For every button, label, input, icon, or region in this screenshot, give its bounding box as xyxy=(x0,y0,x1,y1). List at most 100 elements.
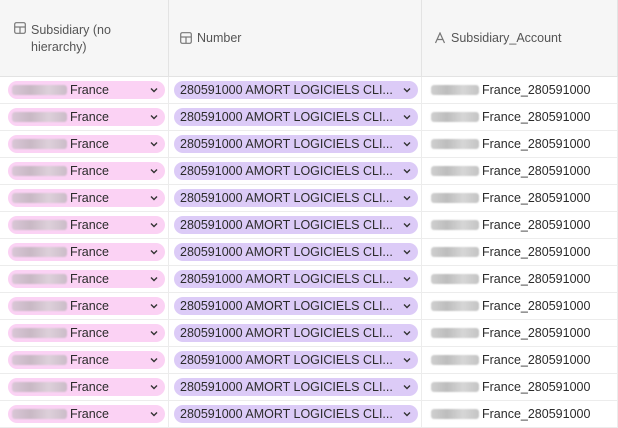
number-cell[interactable]: 280591000 AMORT LOGICIELS CLI... xyxy=(169,239,422,265)
table-row[interactable]: France 280591000 AMORT LOGICIELS CLI... Fr… xyxy=(0,131,618,158)
subsidiary-cell[interactable]: France xyxy=(0,374,169,400)
number-cell[interactable]: 280591000 AMORT LOGICIELS CLI... xyxy=(169,374,422,400)
number-cell[interactable]: 280591000 AMORT LOGICIELS CLI... xyxy=(169,131,422,157)
table-row[interactable]: France 280591000 AMORT LOGICIELS CLI... Fr… xyxy=(0,293,618,320)
subsidiary-account-cell[interactable]: France_280591000 xyxy=(422,158,618,184)
subsidiary-select[interactable]: France xyxy=(8,216,165,234)
subsidiary-select[interactable]: France xyxy=(8,135,165,153)
subsidiary-cell[interactable]: France xyxy=(0,158,169,184)
chevron-down-icon[interactable] xyxy=(149,274,159,284)
subsidiary-select[interactable]: France xyxy=(8,162,165,180)
chevron-down-icon[interactable] xyxy=(149,328,159,338)
table-row[interactable]: France 280591000 AMORT LOGICIELS CLI... Fr… xyxy=(0,104,618,131)
number-cell[interactable]: 280591000 AMORT LOGICIELS CLI... xyxy=(169,185,422,211)
number-select[interactable]: 280591000 AMORT LOGICIELS CLI... xyxy=(174,189,418,207)
subsidiary-account-cell[interactable]: France_280591000 xyxy=(422,239,618,265)
column-header-subsidiary-account[interactable]: Subsidiary_Account xyxy=(422,0,618,76)
chevron-down-icon[interactable] xyxy=(149,85,159,95)
chevron-down-icon[interactable] xyxy=(402,220,412,230)
number-cell[interactable]: 280591000 AMORT LOGICIELS CLI... xyxy=(169,77,422,103)
subsidiary-cell[interactable]: France xyxy=(0,239,169,265)
subsidiary-account-cell[interactable]: France_280591000 xyxy=(422,266,618,292)
table-row[interactable]: France 280591000 AMORT LOGICIELS CLI... Fr… xyxy=(0,347,618,374)
number-cell[interactable]: 280591000 AMORT LOGICIELS CLI... xyxy=(169,347,422,373)
chevron-down-icon[interactable] xyxy=(149,166,159,176)
subsidiary-account-cell[interactable]: France_280591000 xyxy=(422,293,618,319)
number-select[interactable]: 280591000 AMORT LOGICIELS CLI... xyxy=(174,135,418,153)
number-cell[interactable]: 280591000 AMORT LOGICIELS CLI... xyxy=(169,212,422,238)
chevron-down-icon[interactable] xyxy=(402,247,412,257)
subsidiary-cell[interactable]: France xyxy=(0,320,169,346)
subsidiary-cell[interactable]: France xyxy=(0,104,169,130)
subsidiary-cell[interactable]: France xyxy=(0,347,169,373)
chevron-down-icon[interactable] xyxy=(402,301,412,311)
number-cell[interactable]: 280591000 AMORT LOGICIELS CLI... xyxy=(169,401,422,427)
number-cell[interactable]: 280591000 AMORT LOGICIELS CLI... xyxy=(169,158,422,184)
chevron-down-icon[interactable] xyxy=(402,409,412,419)
chevron-down-icon[interactable] xyxy=(402,328,412,338)
subsidiary-select[interactable]: France xyxy=(8,81,165,99)
subsidiary-select[interactable]: France xyxy=(8,405,165,423)
subsidiary-account-cell[interactable]: France_280591000 xyxy=(422,77,618,103)
subsidiary-cell[interactable]: France xyxy=(0,293,169,319)
subsidiary-account-cell[interactable]: France_280591000 xyxy=(422,185,618,211)
chevron-down-icon[interactable] xyxy=(149,382,159,392)
table-row[interactable]: France 280591000 AMORT LOGICIELS CLI... Fr… xyxy=(0,320,618,347)
chevron-down-icon[interactable] xyxy=(402,112,412,122)
subsidiary-select[interactable]: France xyxy=(8,324,165,342)
subsidiary-account-cell[interactable]: France_280591000 xyxy=(422,104,618,130)
subsidiary-account-cell[interactable]: France_280591000 xyxy=(422,131,618,157)
number-cell[interactable]: 280591000 AMORT LOGICIELS CLI... xyxy=(169,104,422,130)
number-select[interactable]: 280591000 AMORT LOGICIELS CLI... xyxy=(174,81,418,99)
chevron-down-icon[interactable] xyxy=(149,139,159,149)
chevron-down-icon[interactable] xyxy=(149,409,159,419)
subsidiary-select[interactable]: France xyxy=(8,108,165,126)
subsidiary-select[interactable]: France xyxy=(8,297,165,315)
chevron-down-icon[interactable] xyxy=(149,220,159,230)
subsidiary-cell[interactable]: France xyxy=(0,131,169,157)
chevron-down-icon[interactable] xyxy=(402,139,412,149)
subsidiary-cell[interactable]: France xyxy=(0,266,169,292)
chevron-down-icon[interactable] xyxy=(402,355,412,365)
chevron-down-icon[interactable] xyxy=(149,112,159,122)
subsidiary-select[interactable]: France xyxy=(8,351,165,369)
chevron-down-icon[interactable] xyxy=(149,247,159,257)
subsidiary-cell[interactable]: France xyxy=(0,77,169,103)
number-cell[interactable]: 280591000 AMORT LOGICIELS CLI... xyxy=(169,266,422,292)
chevron-down-icon[interactable] xyxy=(402,382,412,392)
table-row[interactable]: France 280591000 AMORT LOGICIELS CLI... Fr… xyxy=(0,185,618,212)
number-select[interactable]: 280591000 AMORT LOGICIELS CLI... xyxy=(174,243,418,261)
column-header-subsidiary[interactable]: Subsidiary (no hierarchy) xyxy=(0,0,169,76)
subsidiary-cell[interactable]: France xyxy=(0,185,169,211)
chevron-down-icon[interactable] xyxy=(402,166,412,176)
chevron-down-icon[interactable] xyxy=(402,85,412,95)
table-row[interactable]: France 280591000 AMORT LOGICIELS CLI... Fr… xyxy=(0,374,618,401)
table-row[interactable]: France 280591000 AMORT LOGICIELS CLI... Fr… xyxy=(0,158,618,185)
subsidiary-account-cell[interactable]: France_280591000 xyxy=(422,347,618,373)
subsidiary-select[interactable]: France xyxy=(8,378,165,396)
subsidiary-account-cell[interactable]: France_280591000 xyxy=(422,401,618,427)
number-select[interactable]: 280591000 AMORT LOGICIELS CLI... xyxy=(174,162,418,180)
table-row[interactable]: France 280591000 AMORT LOGICIELS CLI... Fr… xyxy=(0,239,618,266)
subsidiary-cell[interactable]: France xyxy=(0,401,169,427)
number-select[interactable]: 280591000 AMORT LOGICIELS CLI... xyxy=(174,297,418,315)
subsidiary-account-cell[interactable]: France_280591000 xyxy=(422,320,618,346)
number-select[interactable]: 280591000 AMORT LOGICIELS CLI... xyxy=(174,378,418,396)
subsidiary-cell[interactable]: France xyxy=(0,212,169,238)
chevron-down-icon[interactable] xyxy=(402,274,412,284)
chevron-down-icon[interactable] xyxy=(149,355,159,365)
subsidiary-account-cell[interactable]: France_280591000 xyxy=(422,212,618,238)
number-cell[interactable]: 280591000 AMORT LOGICIELS CLI... xyxy=(169,320,422,346)
column-header-number[interactable]: Number xyxy=(169,0,422,76)
subsidiary-account-cell[interactable]: France_280591000 xyxy=(422,374,618,400)
table-row[interactable]: France 280591000 AMORT LOGICIELS CLI... Fr… xyxy=(0,266,618,293)
number-select[interactable]: 280591000 AMORT LOGICIELS CLI... xyxy=(174,216,418,234)
subsidiary-select[interactable]: France xyxy=(8,270,165,288)
table-row[interactable]: France 280591000 AMORT LOGICIELS CLI... Fr… xyxy=(0,77,618,104)
number-select[interactable]: 280591000 AMORT LOGICIELS CLI... xyxy=(174,324,418,342)
number-select[interactable]: 280591000 AMORT LOGICIELS CLI... xyxy=(174,405,418,423)
number-select[interactable]: 280591000 AMORT LOGICIELS CLI... xyxy=(174,270,418,288)
number-select[interactable]: 280591000 AMORT LOGICIELS CLI... xyxy=(174,351,418,369)
subsidiary-select[interactable]: France xyxy=(8,189,165,207)
chevron-down-icon[interactable] xyxy=(149,301,159,311)
